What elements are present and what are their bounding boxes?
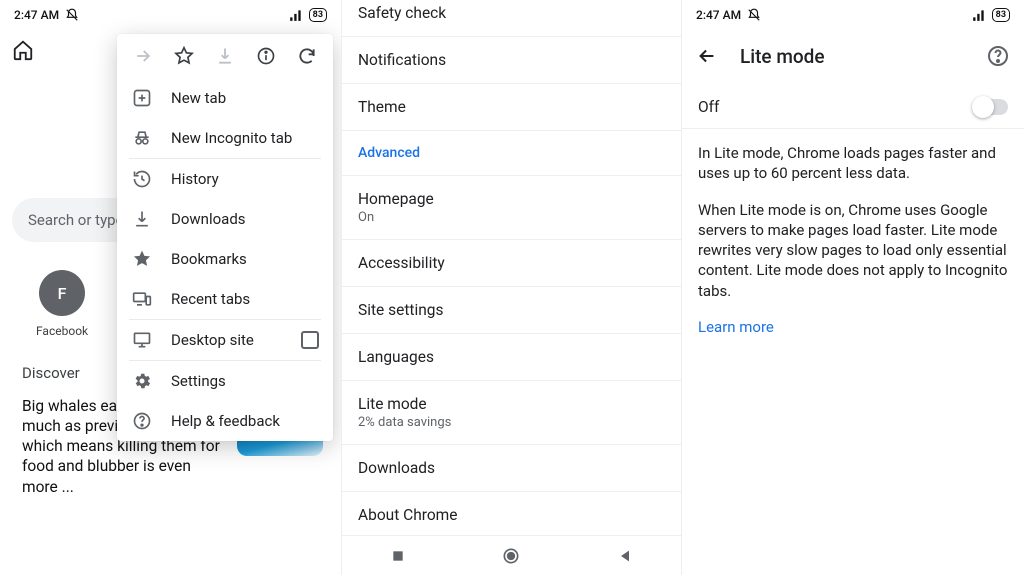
menu-label: Bookmarks bbox=[171, 250, 247, 268]
android-navbar bbox=[342, 535, 681, 575]
menu-incognito[interactable]: New Incognito tab bbox=[117, 118, 333, 158]
nav-recent-icon[interactable] bbox=[390, 548, 406, 564]
menu-label: Recent tabs bbox=[171, 290, 250, 308]
chrome-settings-screen: Safety check Notifications Theme Advance… bbox=[341, 0, 682, 575]
menu-label: Settings bbox=[171, 372, 226, 390]
status-bar: 2:47 AM 83 bbox=[0, 0, 341, 30]
menu-label: Help & feedback bbox=[171, 412, 280, 430]
incognito-icon bbox=[131, 128, 153, 148]
chrome-new-tab-screen: 2:47 AM 83 Search or type F Facebook L L bbox=[0, 0, 341, 575]
description-body: In Lite mode, Chrome loads pages faster … bbox=[682, 129, 1024, 367]
help-icon[interactable] bbox=[986, 44, 1010, 68]
menu-new-tab[interactable]: New tab bbox=[117, 78, 333, 118]
setting-subtext: 2% data savings bbox=[358, 415, 665, 430]
setting-languages[interactable]: Languages bbox=[342, 334, 681, 381]
setting-subtext: On bbox=[358, 210, 665, 225]
menu-label: Desktop site bbox=[171, 331, 254, 349]
menu-toolbar bbox=[117, 34, 333, 78]
dnd-icon bbox=[65, 8, 79, 22]
search-placeholder: Search or type bbox=[28, 211, 124, 229]
monitor-icon bbox=[131, 330, 153, 350]
toggle-label: Off bbox=[698, 98, 719, 116]
menu-history[interactable]: History bbox=[117, 159, 333, 199]
battery-indicator: 83 bbox=[309, 8, 327, 22]
dnd-icon bbox=[747, 8, 761, 22]
back-icon[interactable] bbox=[696, 45, 718, 67]
history-icon bbox=[131, 169, 153, 189]
setting-homepage[interactable]: Homepage On bbox=[342, 176, 681, 240]
menu-label: History bbox=[171, 170, 219, 188]
menu-recent-tabs[interactable]: Recent tabs bbox=[117, 279, 333, 319]
shortcut-label: Facebook bbox=[36, 324, 88, 338]
menu-bookmarks[interactable]: Bookmarks bbox=[117, 239, 333, 279]
signal-icon bbox=[972, 9, 986, 21]
section-header-advanced: Advanced bbox=[342, 131, 681, 176]
setting-accessibility[interactable]: Accessibility bbox=[342, 240, 681, 287]
nav-home-icon[interactable] bbox=[501, 546, 521, 566]
download-arrow-icon bbox=[131, 209, 153, 229]
toggle-switch-off[interactable] bbox=[974, 99, 1008, 115]
forward-icon bbox=[129, 46, 157, 66]
refresh-icon[interactable] bbox=[293, 46, 321, 66]
plus-box-icon bbox=[131, 88, 153, 108]
star-icon[interactable] bbox=[170, 46, 198, 66]
lite-mode-screen: 2:47 AM 83 Lite mode Off In Lite mode, C… bbox=[682, 0, 1024, 575]
setting-notifications[interactable]: Notifications bbox=[342, 37, 681, 84]
appbar: Lite mode bbox=[682, 30, 1024, 82]
menu-settings[interactable]: Settings bbox=[117, 361, 333, 401]
page-title: Lite mode bbox=[740, 45, 964, 68]
home-icon[interactable] bbox=[10, 37, 36, 63]
help-icon bbox=[131, 411, 153, 431]
menu-downloads[interactable]: Downloads bbox=[117, 199, 333, 239]
shortcut-facebook[interactable]: F Facebook bbox=[36, 270, 88, 338]
menu-label: New Incognito tab bbox=[171, 129, 292, 147]
overflow-menu: New tab New Incognito tab History Downlo… bbox=[117, 34, 333, 441]
gear-icon bbox=[131, 371, 153, 391]
battery-indicator: 83 bbox=[992, 8, 1010, 22]
download-icon bbox=[211, 46, 239, 66]
description-para: In Lite mode, Chrome loads pages faster … bbox=[698, 143, 1008, 184]
clock-text: 2:47 AM bbox=[14, 8, 59, 22]
menu-label: New tab bbox=[171, 89, 226, 107]
status-bar: 2:47 AM 83 bbox=[682, 0, 1024, 30]
checkbox-empty-icon[interactable] bbox=[301, 331, 319, 349]
clock-text: 2:47 AM bbox=[696, 8, 741, 22]
menu-label: Downloads bbox=[171, 210, 246, 228]
menu-help[interactable]: Help & feedback bbox=[117, 401, 333, 441]
lite-mode-toggle-row[interactable]: Off bbox=[682, 82, 1024, 129]
description-para: When Lite mode is on, Chrome uses Google… bbox=[698, 200, 1008, 301]
star-filled-icon bbox=[131, 249, 153, 269]
info-icon[interactable] bbox=[252, 46, 280, 66]
shortcut-avatar: F bbox=[39, 270, 85, 316]
nav-back-icon[interactable] bbox=[617, 548, 633, 564]
signal-icon bbox=[289, 9, 303, 21]
setting-theme[interactable]: Theme bbox=[342, 84, 681, 131]
setting-safety-check[interactable]: Safety check bbox=[342, 0, 681, 37]
learn-more-link[interactable]: Learn more bbox=[698, 318, 774, 336]
setting-site-settings[interactable]: Site settings bbox=[342, 287, 681, 334]
setting-lite-mode[interactable]: Lite mode 2% data savings bbox=[342, 381, 681, 445]
setting-downloads[interactable]: Downloads bbox=[342, 445, 681, 492]
setting-about[interactable]: About Chrome bbox=[342, 492, 681, 538]
menu-desktop-site[interactable]: Desktop site bbox=[117, 320, 333, 360]
devices-icon bbox=[131, 289, 153, 309]
